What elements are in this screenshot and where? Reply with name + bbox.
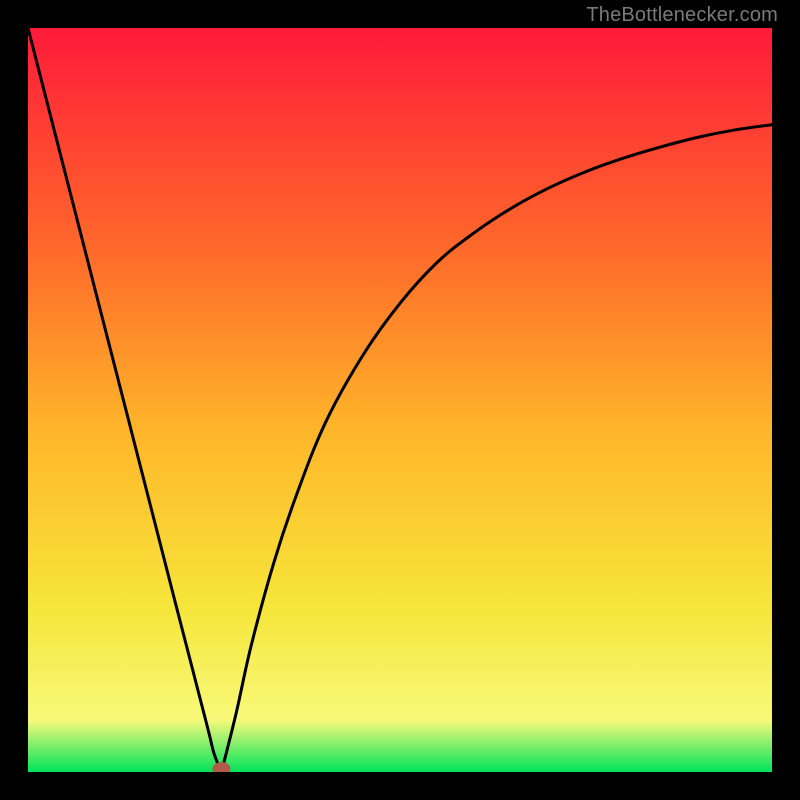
chart-frame <box>28 28 772 772</box>
bottleneck-chart <box>28 28 772 772</box>
gradient-background <box>28 28 772 772</box>
attribution-text: TheBottlenecker.com <box>586 4 778 27</box>
